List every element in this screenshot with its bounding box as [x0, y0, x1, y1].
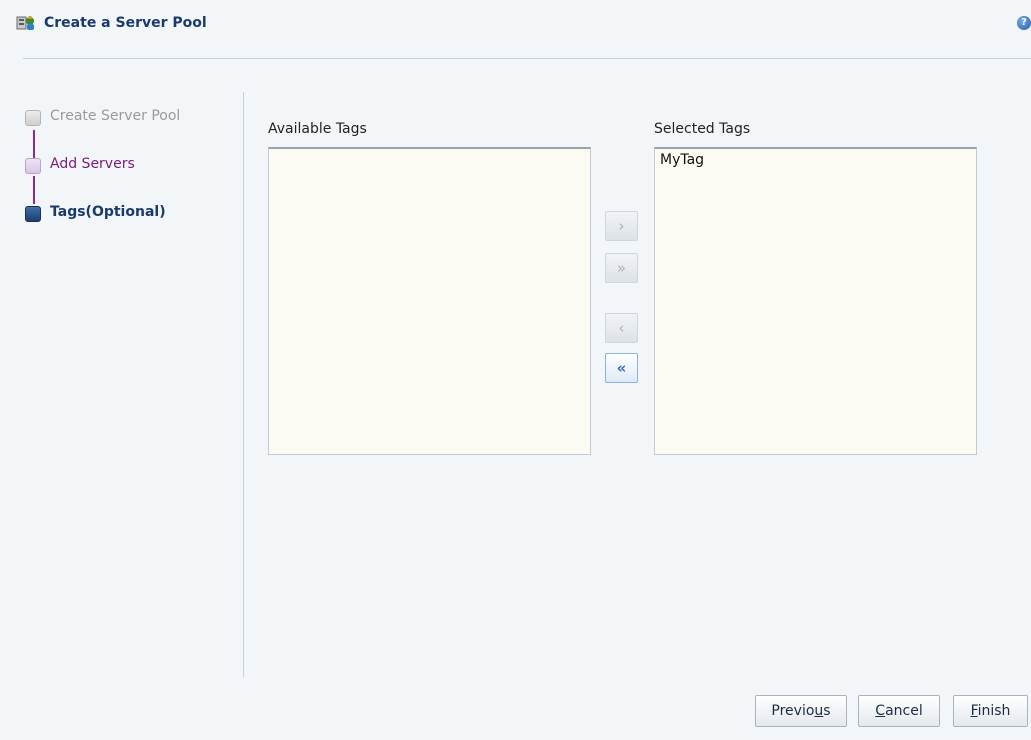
available-tags-label: Available Tags — [268, 121, 367, 137]
previous-access-key: u — [814, 703, 824, 719]
finish-label-end: inish — [977, 703, 1011, 719]
remove-icon[interactable]: ‹ — [605, 313, 638, 343]
title-divider — [23, 58, 1031, 59]
move-all-icon[interactable]: » — [605, 253, 638, 283]
cancel-access-key: C — [875, 703, 886, 719]
train-stop-icon — [25, 158, 41, 174]
train-connector — [33, 176, 35, 204]
train-stop-label: Tags(Optional) — [50, 204, 166, 220]
train-stop-label: Create Server Pool — [50, 108, 181, 124]
dialog-title: Create a Server Pool — [44, 15, 207, 31]
train-stop-icon — [25, 110, 41, 126]
create-server-pool-dialog: Create a Server Pool ? Create Server Poo… — [0, 0, 1031, 740]
previous-label-end: s — [823, 703, 831, 719]
finish-button[interactable]: Finish — [953, 695, 1028, 727]
dialog-titlebar: Create a Server Pool ? — [0, 0, 1031, 36]
train-stop-label[interactable]: Add Servers — [50, 156, 135, 172]
train-divider — [243, 92, 244, 678]
previous-label-start: Previo — [771, 703, 815, 719]
cancel-button[interactable]: Cancel — [858, 695, 940, 727]
move-icon[interactable]: › — [605, 211, 638, 241]
server-pool-icon — [16, 14, 36, 32]
selected-tags-list[interactable]: MyTag — [654, 147, 977, 455]
remove-all-icon[interactable]: « — [605, 353, 638, 383]
train-stop-icon — [25, 206, 41, 222]
cancel-label-end: ancel — [885, 703, 923, 719]
help-icon[interactable]: ? — [1017, 16, 1031, 30]
wizard-train: Create Server Pool Add Servers Tags(Opti… — [0, 92, 243, 678]
selected-tags-label: Selected Tags — [654, 121, 751, 137]
previous-button[interactable]: Previous — [755, 695, 847, 727]
available-tags-list[interactable] — [268, 147, 591, 455]
train-connector — [33, 130, 35, 158]
list-item[interactable]: MyTag — [660, 152, 704, 168]
finish-access-key: F — [970, 703, 978, 719]
